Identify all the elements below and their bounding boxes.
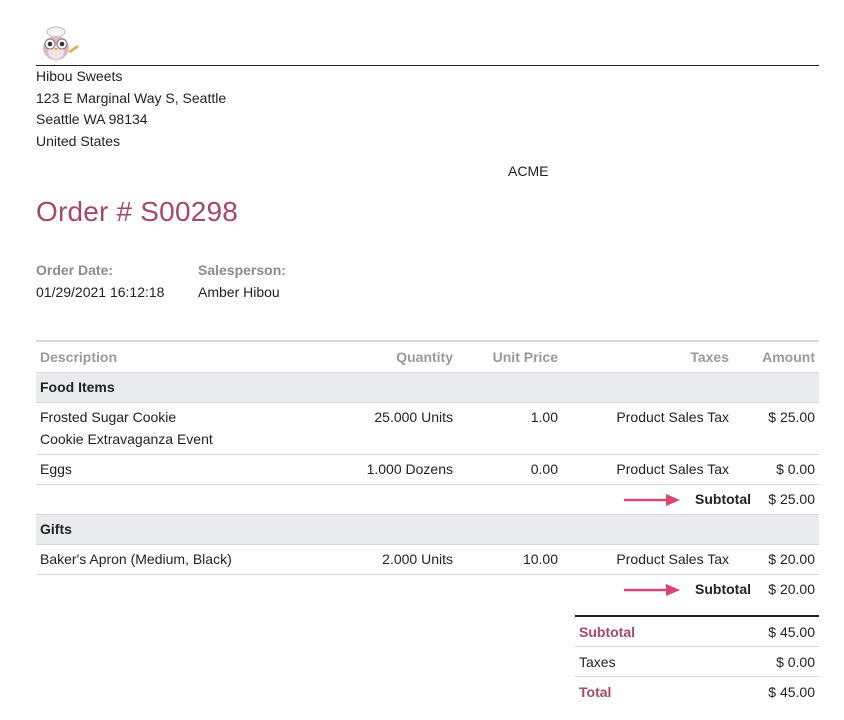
company-street: 123 E Marginal Way S, Seattle [36,89,227,106]
totals-total-label: Total [579,684,612,700]
line-quantity: 2.000 Units [382,551,453,567]
totals-taxes-row: Taxes $ 0.00 [575,647,819,677]
header-quantity: Quantity [396,349,453,365]
line-unit-price: 0.00 [530,461,558,477]
table-header: Description Quantity Unit Price Taxes Am… [36,340,819,373]
line-taxes: Product Sales Tax [616,551,729,567]
order-lines-table: Description Quantity Unit Price Taxes Am… [36,340,819,604]
company-country: United States [36,133,121,150]
section-subtotal-value: $ 25.00 [768,491,815,507]
line-unit-price: 1.00 [530,409,558,425]
page-title: Order # S00298 [36,196,239,227]
line-taxes: Product Sales Tax [616,461,729,477]
totals-total-value: $ 45.00 [768,684,815,700]
line-description: Baker's Apron (Medium, Black) [40,551,232,567]
totals-table: Subtotal $ 45.00 Taxes $ 0.00 Total $ 45… [575,615,819,706]
line-amount: $ 0.00 [776,461,815,477]
totals-taxes-label: Taxes [579,654,616,670]
line-amount: $ 25.00 [768,409,815,425]
table-row: Frosted Sugar Cookie Cookie Extravaganza… [36,403,819,455]
section-subtotal-value: $ 20.00 [768,581,815,597]
section-subtotal-label: Subtotal [695,491,751,507]
order-date-value: 01/29/2021 16:12:18 [36,284,165,300]
section-row: Food Items [36,373,819,403]
line-taxes: Product Sales Tax [616,409,729,425]
section-row: Gifts [36,515,819,545]
order-date-label: Order Date: [36,262,114,278]
line-description-note: Cookie Extravaganza Event [40,431,213,447]
company-name: Hibou Sweets [36,68,123,84]
company-city: Seattle WA 98134 [36,111,148,128]
header-amount: Amount [762,349,815,365]
section-subtotal-label: Subtotal [695,581,751,597]
salesperson-block: Salesperson: Amber Hibou [198,262,286,300]
arrow-right-icon [624,494,680,506]
order-date-block: Order Date: 01/29/2021 16:12:18 [36,262,164,300]
totals-subtotal-value: $ 45.00 [768,624,815,640]
line-unit-price: 10.00 [522,551,558,567]
line-amount: $ 20.00 [768,551,815,567]
salesperson-value: Amber Hibou [198,284,280,300]
totals-total-row: Total $ 45.00 [575,677,819,706]
line-quantity: 25.000 Units [374,409,453,425]
salesperson-label: Salesperson: [198,262,286,278]
table-row: Baker's Apron (Medium, Black) 2.000 Unit… [36,545,819,575]
line-description: Eggs [40,461,72,477]
section-subtotal-row: Subtotal $ 20.00 [36,575,819,604]
header-unit-price: Unit Price [492,349,558,365]
company-address: Hibou Sweets 123 E Marginal Way S, Seatt… [36,66,226,153]
header-taxes: Taxes [690,349,729,365]
section-name: Gifts [40,521,72,537]
header-description: Description [40,349,118,365]
totals-subtotal-row: Subtotal $ 45.00 [575,617,819,647]
arrow-right-icon [624,584,680,596]
section-name: Food Items [40,379,115,395]
customer-name: ACME [508,163,549,179]
owl-chef-logo-icon [43,26,79,60]
table-row: Eggs 1.000 Dozens 0.00 Product Sales Tax… [36,455,819,485]
line-description: Frosted Sugar Cookie [40,409,177,425]
totals-taxes-value: $ 0.00 [776,654,815,670]
totals-subtotal-label: Subtotal [579,624,635,640]
section-subtotal-row: Subtotal $ 25.00 [36,485,819,515]
line-quantity: 1.000 Dozens [366,461,453,477]
